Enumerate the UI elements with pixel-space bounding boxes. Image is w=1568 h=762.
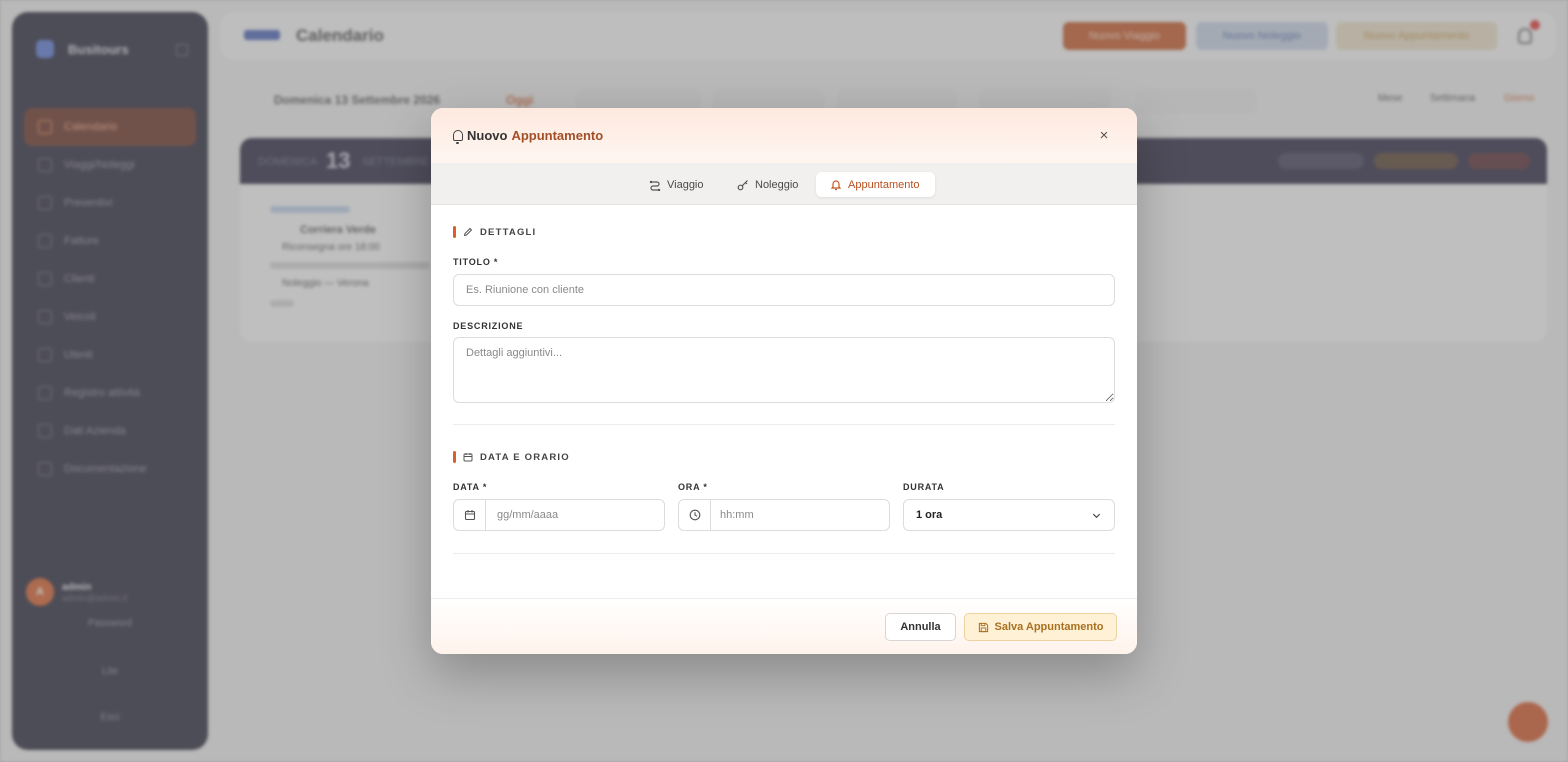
modal-header: Nuovo Appuntamento × [431, 108, 1137, 163]
time-label: ORA * [678, 482, 708, 492]
key-icon [737, 179, 748, 190]
route-icon [649, 180, 661, 191]
date-label: DATA * [453, 482, 488, 492]
tab-label: Appuntamento [848, 178, 920, 191]
duration-select[interactable]: 1 ora [903, 499, 1115, 531]
section-accent-bar [453, 451, 456, 463]
description-label: DESCRIZIONE [453, 321, 524, 331]
save-button-label: Salva Appuntamento [994, 621, 1104, 633]
title-label: TITOLO * [453, 257, 499, 267]
section-details-label: DETTAGLI [480, 226, 537, 238]
tab-viaggio[interactable]: Viaggio [635, 172, 718, 197]
section-schedule: DATA E ORARIO [453, 451, 570, 463]
title-input[interactable] [453, 274, 1115, 306]
bell-icon [830, 179, 842, 190]
description-textarea[interactable] [453, 337, 1115, 403]
modal-title-accent: Appuntamento [511, 128, 604, 143]
tab-label: Viaggio [667, 178, 704, 191]
calendar-icon [463, 453, 473, 462]
section-details: DETTAGLI [453, 226, 536, 238]
tab-noleggio[interactable]: Noleggio [723, 172, 812, 197]
section-schedule-label: DATA E ORARIO [480, 451, 570, 463]
time-icon-box [679, 499, 711, 531]
section-divider [453, 553, 1115, 554]
cancel-button[interactable]: Annulla [885, 613, 956, 641]
date-icon-box [454, 499, 486, 531]
calendar-icon [464, 510, 475, 521]
bell-icon [453, 130, 463, 144]
modal-title-prefix: Nuovo [467, 128, 508, 143]
section-divider [453, 424, 1115, 425]
tab-label: Noleggio [755, 178, 799, 191]
close-button[interactable]: × [1095, 127, 1113, 145]
save-icon [978, 622, 988, 632]
save-appointment-button[interactable]: Salva Appuntamento [964, 613, 1117, 641]
new-appointment-modal: Nuovo Appuntamento × Viaggio Noleggio Ap… [431, 108, 1137, 654]
pencil-icon [463, 227, 473, 237]
modal-title: Nuovo Appuntamento [453, 128, 604, 144]
chevron-down-icon [1092, 513, 1101, 518]
clock-icon [689, 509, 700, 521]
modal-footer: Annulla Salva Appuntamento [431, 598, 1137, 654]
duration-value: 1 ora [916, 509, 943, 521]
modal-tabs: Viaggio Noleggio Appuntamento [431, 163, 1137, 205]
tab-appuntamento[interactable]: Appuntamento [816, 172, 935, 197]
duration-label: DURATA [903, 482, 945, 492]
section-accent-bar [453, 226, 456, 238]
